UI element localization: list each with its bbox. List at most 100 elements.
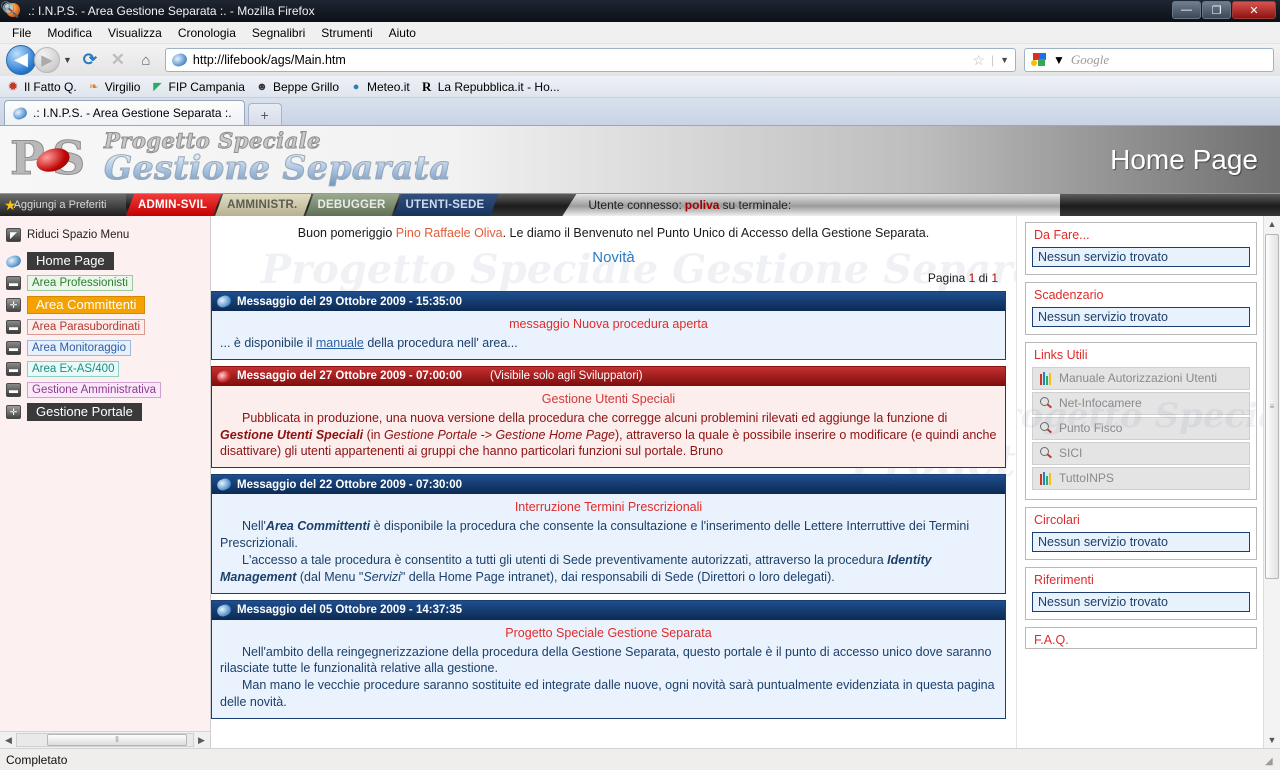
menu-modifica[interactable]: Modifica: [39, 24, 100, 42]
sidebar-item-area-monitoraggio[interactable]: ▬ Area Monitoraggio: [6, 340, 210, 356]
bookmark-label: Virgilio: [104, 79, 141, 94]
tab-favicon: [11, 105, 29, 121]
message-title: Interruzione Termini Prescrizionali: [514, 500, 703, 515]
sidebar-item-gestione-amministrativa[interactable]: ▬ Gestione Amministrativa: [6, 382, 210, 398]
home-icon[interactable]: ⌂: [133, 47, 159, 73]
menu-strumenti[interactable]: Strumenti: [313, 24, 380, 42]
sidebar-item-label: Area Professionisti: [27, 275, 133, 291]
panel-empty-message: Nessun servizio trovato: [1032, 247, 1250, 267]
bookmark-virgilio[interactable]: ❧ Virgilio: [87, 79, 141, 94]
main-content-column: Progetto Speciale Gestione Separata Prog…: [211, 216, 1016, 748]
panel-faq: F.A.Q.: [1025, 627, 1257, 649]
maximize-button[interactable]: ❐: [1202, 1, 1231, 19]
sidebar-item-home-page[interactable]: Home Page: [4, 252, 210, 270]
sidebar-item-area-parasubordinati[interactable]: ▬ Area Parasubordinati: [6, 319, 210, 335]
message-body: Progetto Speciale Gestione Separata Nell…: [212, 619, 1005, 718]
reload-icon[interactable]: ⟳: [77, 47, 103, 73]
sidebar-item-area-ex-as400[interactable]: ▬ Area Ex-AS/400: [6, 361, 210, 377]
sidebar-item-label: Area Ex-AS/400: [27, 361, 120, 377]
url-bar[interactable]: http://lifebook/ags/Main.htm ☆ | ▼: [164, 48, 1016, 72]
history-dropdown-icon[interactable]: ▼: [63, 55, 72, 65]
message-text-a: L'accesso a tale procedura è consentito …: [242, 552, 888, 567]
message-paragraph: Nell'ambito della reingegnerizzazione de…: [220, 644, 992, 676]
sidebar-item-area-professionisti[interactable]: ▬ Area Professionisti: [6, 275, 210, 291]
search-engine-dropdown-icon[interactable]: ▼: [1053, 53, 1065, 67]
message-bullet-icon: [215, 602, 233, 618]
vscroll-thumb[interactable]: ≡: [1265, 234, 1279, 579]
search-input[interactable]: Google: [1071, 52, 1267, 68]
stop-icon[interactable]: ✕: [105, 47, 131, 73]
page-vertical-scrollbar[interactable]: ▲ ≡ ▼: [1263, 216, 1280, 748]
link-tuttoinps[interactable]: TuttoINPS: [1032, 467, 1250, 490]
message-text-a: Nell': [242, 519, 266, 534]
link-sici[interactable]: SICI: [1032, 442, 1250, 465]
browser-tab-active[interactable]: .: I.N.P.S. - Area Gestione Separata :.: [4, 100, 245, 125]
sidebar-item-area-committenti[interactable]: ✛ Area Committenti: [6, 296, 210, 314]
bookmark-star-icon[interactable]: ☆: [972, 52, 985, 69]
reduce-menu-space-button[interactable]: ◤ Riduci Spazio Menu: [6, 228, 210, 242]
message-card: Messaggio del 05 Ottobre 2009 - 14:37:35…: [211, 599, 1006, 719]
add-to-favorites-button[interactable]: ★ Aggiungi a Preferiti: [0, 194, 126, 216]
url-dropdown-icon[interactable]: ▼: [1000, 55, 1009, 65]
books-icon: [1039, 371, 1053, 385]
forward-icon[interactable]: ▶: [34, 47, 60, 73]
panel-empty-message: Nessun servizio trovato: [1032, 307, 1250, 327]
panel-riferimenti: Riferimenti Nessun servizio trovato: [1025, 567, 1257, 620]
menu-visualizza[interactable]: Visualizza: [100, 24, 170, 42]
close-button[interactable]: ✕: [1232, 1, 1276, 19]
banner-line-2: Gestione Separata: [103, 148, 452, 188]
left-menu-horizontal-scrollbar[interactable]: ◀ ⦀ ▶: [0, 731, 210, 748]
folder-icon: ▬: [6, 320, 21, 334]
bookmark-meteo-it[interactable]: ● Meteo.it: [349, 80, 410, 94]
greeting-prefix: Buon pomeriggio: [297, 226, 393, 240]
beppe-grillo-icon: ☻: [256, 80, 268, 93]
left-menu-column: ◤ Riduci Spazio Menu Home Page ▬ Area Pr…: [0, 216, 211, 748]
link-label: Net-Infocamere: [1059, 396, 1142, 410]
bookmark-beppe-grillo[interactable]: ☻ Beppe Grillo: [255, 80, 339, 94]
psgs-logo-icon: P S: [8, 129, 96, 191]
message-text-b: Area Committenti: [265, 519, 371, 534]
bookmark-la-repubblica[interactable]: R La Repubblica.it - Ho...: [420, 79, 560, 94]
search-bar[interactable]: ▼ Google 🔍: [1, 1, 1274, 72]
sidebar-item-label: Gestione Amministrativa: [27, 382, 161, 398]
message-paragraph: ... è disponibile il manuale della proce…: [220, 335, 997, 352]
globe-icon: [4, 253, 23, 269]
bookmark-il-fatto-q[interactable]: ✹ Il Fatto Q.: [6, 80, 76, 94]
scroll-up-icon[interactable]: ▲: [1264, 216, 1280, 232]
search-icon[interactable]: 🔍: [1, 1, 19, 18]
user-prefix-label: Utente connesso:: [588, 198, 682, 212]
link-net-infocamere[interactable]: Net-Infocamere: [1032, 392, 1250, 415]
role-tab-admin-svil[interactable]: ADMIN-SVIL: [126, 194, 221, 216]
navigation-toolbar: ◀ ▶ ▼ ⟳ ✕ ⌂ http://lifebook/ags/Main.htm…: [0, 1, 1280, 76]
sidebar-item-gestione-portale[interactable]: ✛ Gestione Portale: [6, 403, 210, 421]
folder-icon: ▬: [6, 362, 21, 376]
panel-da-fare: Da Fare... Nessun servizio trovato: [1025, 222, 1257, 275]
minimize-button[interactable]: —: [1172, 1, 1201, 19]
menu-file[interactable]: File: [4, 24, 39, 42]
pagination-label: Pagina 1 di 1: [211, 271, 1016, 285]
hscroll-thumb[interactable]: ⦀: [47, 734, 187, 746]
menu-segnalibri[interactable]: Segnalibri: [244, 24, 313, 42]
message-header-label: Messaggio del 27 Ottobre 2009 - 07:00:00: [237, 370, 462, 383]
message-text-c: (in: [363, 427, 384, 442]
bookmark-fip-campania[interactable]: ◤ FIP Campania: [150, 80, 245, 94]
url-text[interactable]: http://lifebook/ags/Main.htm: [193, 53, 966, 67]
role-tab-debugger[interactable]: DEBUGGER: [305, 194, 399, 216]
collapse-icon: ◤: [6, 228, 21, 242]
link-punto-fisco[interactable]: Punto Fisco: [1032, 417, 1250, 440]
scroll-right-icon[interactable]: ▶: [194, 735, 209, 746]
resize-grip-icon[interactable]: ◢: [1265, 756, 1277, 768]
role-tab-amministr[interactable]: AMMINISTR.: [215, 194, 311, 216]
hscroll-track[interactable]: ⦀: [16, 733, 194, 747]
scroll-down-icon[interactable]: ▼: [1264, 732, 1280, 748]
scroll-left-icon[interactable]: ◀: [1, 735, 16, 746]
new-tab-button[interactable]: +: [247, 103, 282, 125]
menu-cronologia[interactable]: Cronologia: [170, 24, 244, 42]
panel-empty-message: Nessun servizio trovato: [1032, 592, 1250, 612]
role-tab-utenti-sede[interactable]: UTENTI-SEDE: [394, 194, 499, 216]
menu-aiuto[interactable]: Aiuto: [381, 24, 424, 42]
fatto-quotidiano-icon: ✹: [8, 80, 18, 93]
back-icon[interactable]: ◀: [6, 45, 36, 75]
manuale-link[interactable]: manuale: [316, 336, 364, 350]
link-manuale-autorizzazioni-utenti[interactable]: Manuale Autorizzazioni Utenti: [1032, 367, 1250, 390]
